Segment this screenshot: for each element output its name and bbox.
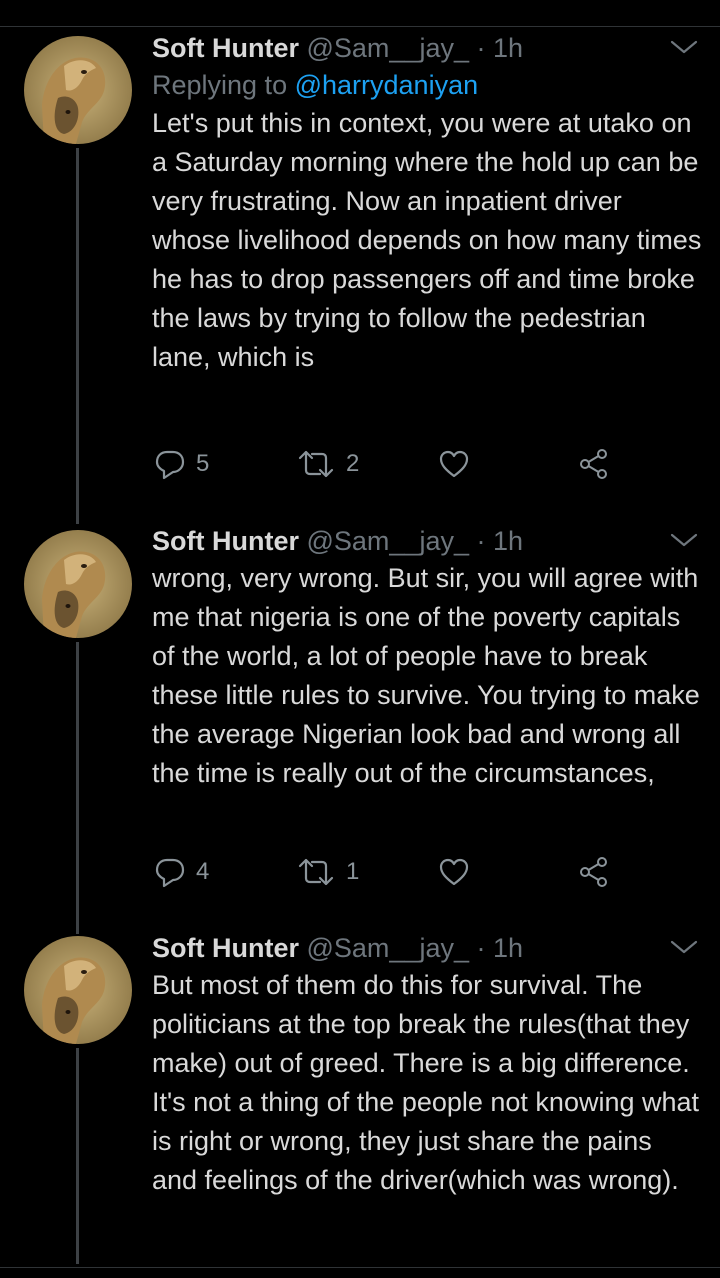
thread-line — [76, 148, 79, 524]
user-handle[interactable]: @Sam__jay_ — [307, 526, 470, 556]
like-button[interactable] — [438, 444, 470, 484]
retweet-button[interactable]: 1 — [296, 852, 359, 892]
action-bar: 4 1 — [152, 852, 632, 892]
lioness-avatar-icon — [24, 36, 132, 144]
bottom-divider — [0, 1267, 720, 1268]
avatar[interactable] — [24, 36, 132, 144]
chevron-down-icon — [670, 40, 698, 54]
separator-dot: · — [476, 933, 486, 963]
reply-count: 5 — [196, 450, 210, 477]
more-menu-button[interactable] — [664, 523, 704, 559]
replying-to: Replying to @harrydaniyan — [152, 66, 704, 104]
separator-dot: · — [476, 526, 486, 556]
action-bar: 5 2 — [152, 444, 632, 484]
display-name[interactable]: Soft Hunter — [152, 933, 299, 963]
tweet-header: Soft Hunter @Sam__jay_ · 1h — [152, 930, 704, 966]
thread-line — [76, 1048, 79, 1264]
like-button[interactable] — [438, 852, 470, 892]
retweet-icon — [298, 858, 334, 886]
reply-bubble-icon — [155, 858, 185, 888]
retweet-button[interactable]: 2 — [296, 444, 359, 484]
more-menu-button[interactable] — [664, 30, 704, 66]
reply-button[interactable]: 5 — [154, 444, 209, 484]
display-name[interactable]: Soft Hunter — [152, 526, 299, 556]
separator-dot: · — [476, 33, 486, 63]
timestamp[interactable]: 1h — [493, 526, 523, 556]
reply-bubble-icon — [155, 450, 185, 480]
share-icon — [580, 449, 607, 479]
reply-count: 4 — [196, 858, 210, 885]
tweet-header: Soft Hunter @Sam__jay_ · 1h — [152, 30, 704, 66]
retweet-icon — [298, 450, 334, 478]
timestamp[interactable]: 1h — [493, 33, 523, 63]
user-handle[interactable]: @Sam__jay_ — [307, 933, 470, 963]
mention-link[interactable]: @harrydaniyan — [295, 70, 479, 100]
replying-prefix: Replying to — [152, 70, 295, 100]
lioness-avatar-icon — [24, 936, 132, 1044]
retweet-count: 2 — [346, 450, 360, 477]
chevron-down-icon — [670, 533, 698, 547]
chevron-down-icon — [670, 940, 698, 954]
share-button[interactable] — [578, 852, 610, 892]
top-divider — [0, 26, 720, 27]
lioness-avatar-icon — [24, 530, 132, 638]
more-menu-button[interactable] — [664, 930, 704, 966]
tweet-text: But most of them do this for survival. T… — [152, 970, 700, 1195]
timestamp[interactable]: 1h — [493, 933, 523, 963]
tweet-text: wrong, very wrong. But sir, you will agr… — [152, 563, 700, 788]
avatar[interactable] — [24, 936, 132, 1044]
heart-icon — [439, 450, 469, 478]
share-icon — [580, 857, 607, 887]
reply-button[interactable]: 4 — [154, 852, 209, 892]
tweet-text: Let's put this in context, you were at u… — [152, 108, 702, 372]
user-handle[interactable]: @Sam__jay_ — [307, 33, 470, 63]
tweet-header: Soft Hunter @Sam__jay_ · 1h — [152, 523, 704, 559]
display-name[interactable]: Soft Hunter — [152, 33, 299, 63]
retweet-count: 1 — [346, 858, 360, 885]
share-button[interactable] — [578, 444, 610, 484]
avatar[interactable] — [24, 530, 132, 638]
heart-icon — [439, 858, 469, 886]
thread-line — [76, 642, 79, 934]
